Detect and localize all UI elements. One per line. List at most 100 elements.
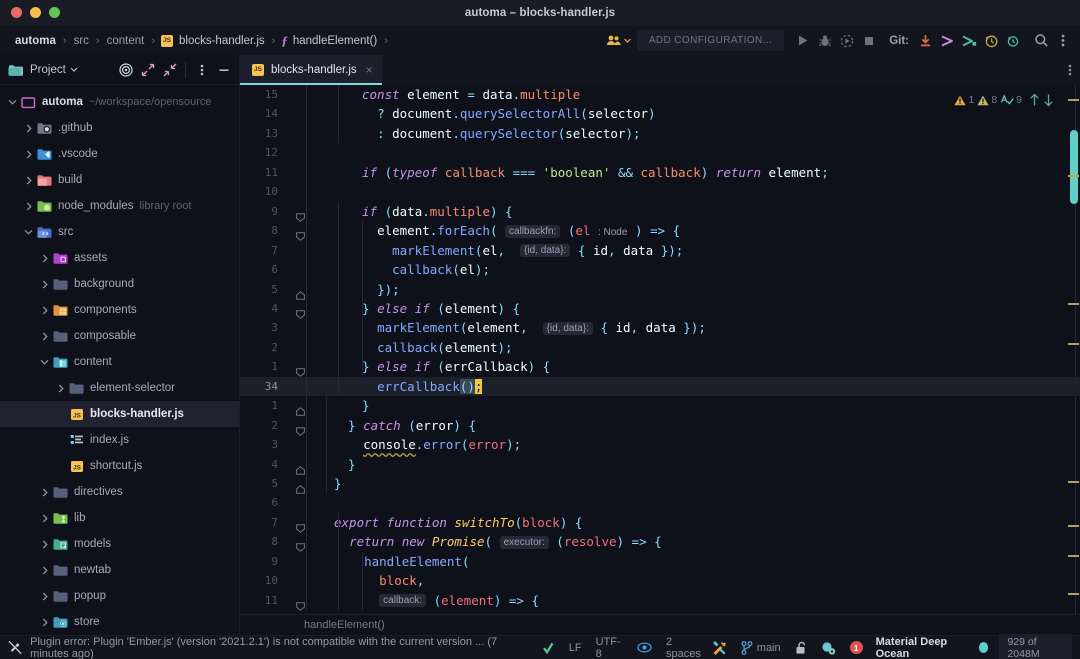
file-encoding-indicator[interactable]: UTF-8 [589,636,630,659]
git-rollback-button[interactable] [1002,30,1024,52]
code-editor[interactable]: 15 const element = data.multiple 14 ? docu… [240,85,1080,614]
chevron-right-icon[interactable] [38,330,51,343]
collapse-all-icon[interactable] [160,60,179,79]
fold-end-icon[interactable] [296,401,305,416]
git-update-button[interactable] [914,30,936,52]
tree-item-store[interactable]: store [0,609,239,635]
chevron-right-icon[interactable] [38,538,51,551]
reader-mode-button[interactable] [630,638,659,658]
select-opened-file-icon[interactable] [116,60,135,79]
fold-collapse-icon[interactable] [296,304,305,319]
chevron-right-icon[interactable] [38,616,51,629]
fold-collapse-icon[interactable] [296,226,305,241]
panel-options-icon[interactable] [192,60,211,79]
plugin-error-icon[interactable] [8,640,22,655]
breadcrumb-item-content[interactable]: content [106,35,146,47]
error-count-indicator[interactable]: 1 [954,94,974,106]
fold-collapse-icon[interactable] [296,421,305,436]
chevron-right-icon[interactable] [38,278,51,291]
chevron-right-icon[interactable] [38,564,51,577]
memory-indicator[interactable]: 929 of 2048M [999,633,1072,659]
next-problem-button[interactable] [1043,93,1054,107]
code-style-config-button[interactable] [712,638,734,658]
tree-item-blocks-handler-js[interactable]: JS blocks-handler.js [0,401,239,427]
code-line[interactable] [240,143,1080,162]
close-tab-icon[interactable]: × [364,63,373,77]
tree-item-components[interactable]: components [0,297,239,323]
tree-item-src[interactable]: src [0,219,239,245]
tree-item-shortcut-js[interactable]: JS shortcut.js [0,453,239,479]
tree-item-assets[interactable]: assets [0,245,239,271]
lock-status-button[interactable] [788,638,814,658]
git-branch-indicator[interactable]: main [734,638,788,658]
tree-item-element-selector[interactable]: element-selector [0,375,239,401]
indent-size-indicator[interactable]: 2 spaces [659,636,712,659]
tree-item-lib[interactable]: lib [0,505,239,531]
tree-item-automa[interactable]: automa ~/workspace/opensource [0,89,239,115]
chevron-right-icon[interactable] [54,382,67,395]
tree-item--github[interactable]: .github [0,115,239,141]
chevron-right-icon[interactable] [38,304,51,317]
chevron-right-icon[interactable] [38,486,51,499]
fold-collapse-icon[interactable] [296,596,305,611]
tree-item-index-js[interactable]: index.js [0,427,239,453]
chevron-down-icon[interactable] [6,96,19,109]
editor-options-icon[interactable] [1068,63,1072,77]
line-separator-indicator[interactable]: LF [562,638,589,658]
expand-all-icon[interactable] [138,60,157,79]
fold-end-icon[interactable] [296,460,305,475]
theme-switcher[interactable]: Material Deep Ocean [869,636,996,659]
search-everywhere-button[interactable] [1030,30,1052,52]
fold-collapse-icon[interactable] [296,362,305,378]
chevron-down-icon[interactable] [70,67,78,72]
editor-scrollbar[interactable] [1067,85,1080,614]
chevron-right-icon[interactable] [22,174,35,187]
git-history-button[interactable] [980,30,1002,52]
fold-collapse-icon[interactable] [296,207,305,222]
chevron-right-icon[interactable] [38,590,51,603]
code-line[interactable] [240,455,1080,474]
chevron-down-icon[interactable] [38,356,51,369]
breadcrumb-item-project[interactable]: automa [14,35,57,47]
hide-panel-icon[interactable] [214,60,233,79]
tree-item-models[interactable]: models [0,531,239,557]
share-project-button[interactable] [606,30,631,52]
code-line[interactable] [240,493,1080,512]
chevron-right-icon[interactable] [22,122,35,135]
debug-button[interactable] [814,30,836,52]
run-configuration-selector[interactable]: ADD CONFIGURATION... [636,30,785,51]
tree-item-content[interactable]: content [0,349,239,375]
tree-item-directives[interactable]: directives [0,479,239,505]
chevron-right-icon[interactable] [22,200,35,213]
fold-end-icon[interactable] [296,479,305,494]
tree-item-node-modules[interactable]: node_modules library root [0,193,239,219]
breadcrumb-item-src[interactable]: src [73,35,90,47]
scrollbar-thumb[interactable] [1070,130,1078,204]
inspection-widget[interactable] [534,638,562,658]
tree-item-background[interactable]: background [0,271,239,297]
run-coverage-button[interactable] [836,30,858,52]
fold-collapse-icon[interactable] [296,537,305,553]
more-options-button[interactable] [1052,30,1074,52]
tab-blocks-handler[interactable]: JS blocks-handler.js × [240,55,382,85]
code-line[interactable] [240,182,1080,201]
previous-problem-button[interactable] [1029,93,1040,107]
tree-item-composable[interactable]: composable [0,323,239,349]
status-message[interactable]: Plugin error: Plugin 'Ember.js' (version… [30,636,534,659]
code-line[interactable] [240,474,1080,493]
tree-item--vscode[interactable]: .vscode [0,141,239,167]
chevron-right-icon[interactable] [38,512,51,525]
git-push-button[interactable] [958,30,980,52]
chevron-right-icon[interactable] [38,252,51,265]
warning-count-indicator[interactable]: 8 [977,94,997,106]
run-button[interactable] [792,30,814,52]
chevron-down-icon[interactable] [22,226,35,239]
tree-item-popup[interactable]: popup [0,583,239,609]
fold-collapse-icon[interactable] [296,518,305,533]
breadcrumb-item-file[interactable]: blocks-handler.js [178,35,266,47]
stop-button[interactable] [858,30,880,52]
tree-item-newtab[interactable]: newtab [0,557,239,583]
event-log-button[interactable] [814,638,843,658]
project-tree[interactable]: automa ~/workspace/opensource .github .vsco… [0,85,239,635]
git-commit-button[interactable] [936,30,958,52]
